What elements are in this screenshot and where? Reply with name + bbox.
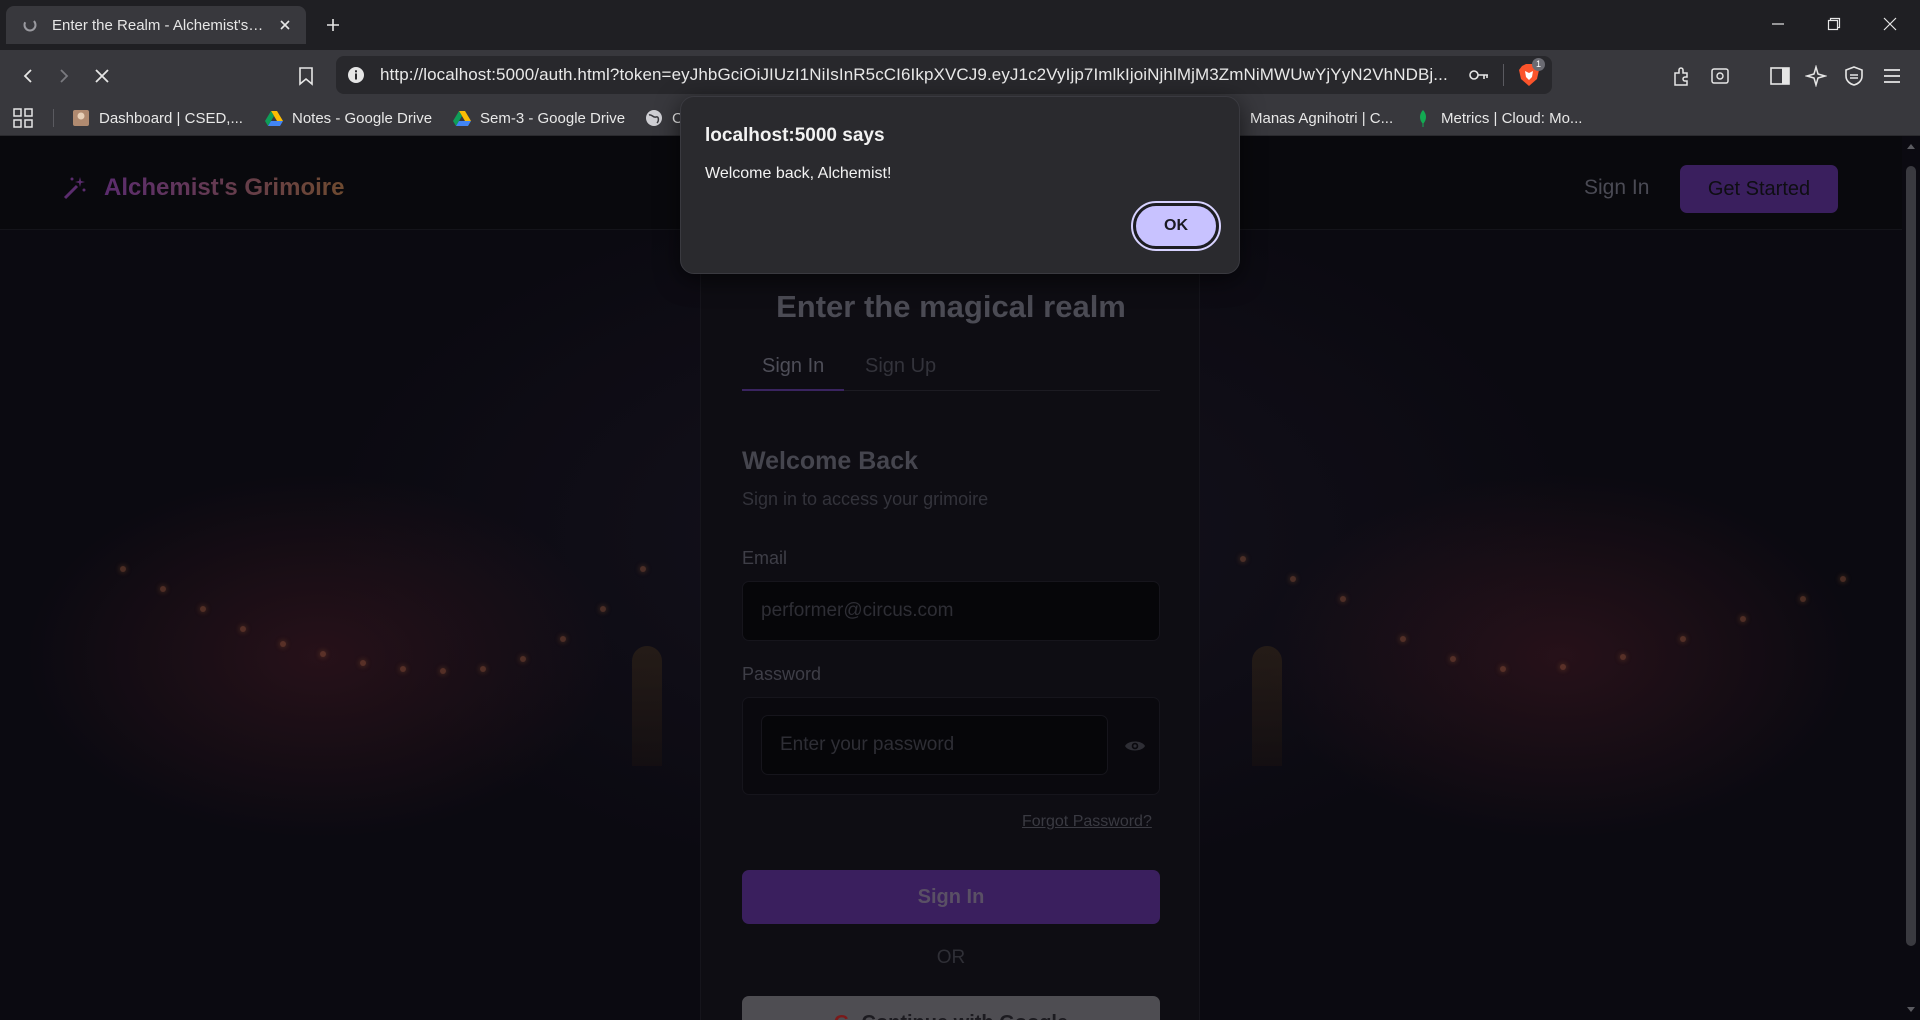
loading-favicon-icon bbox=[22, 17, 38, 33]
google-g-icon: G bbox=[834, 1012, 850, 1020]
google-button-label: Continue with Google bbox=[861, 1012, 1068, 1020]
email-placeholder: performer@circus.com bbox=[761, 600, 954, 621]
tab-title: Enter the Realm - Alchemist's Grimoire bbox=[52, 16, 266, 34]
page-scrollbar[interactable] bbox=[1902, 136, 1920, 1020]
bookmark-dashboard[interactable]: Dashboard | CSED,... bbox=[72, 107, 243, 129]
bookmark-sem3-drive[interactable]: Sem-3 - Google Drive bbox=[453, 107, 625, 129]
welcome-title: Welcome Back bbox=[742, 447, 919, 475]
url-text[interactable]: http://localhost:5000/auth.html?token=ey… bbox=[380, 65, 1455, 85]
tab-sign-in[interactable]: Sign In bbox=[762, 355, 824, 378]
bookmark-label: Notes - Google Drive bbox=[292, 109, 433, 127]
reader-mode-icon[interactable] bbox=[1706, 62, 1734, 90]
sidebar-icon[interactable] bbox=[1766, 62, 1794, 90]
ok-button[interactable]: OK bbox=[1131, 201, 1221, 251]
get-started-button[interactable]: Get Started bbox=[1680, 165, 1838, 213]
new-tab-button[interactable] bbox=[320, 12, 346, 38]
bookmark-notes-drive[interactable]: Notes - Google Drive bbox=[265, 107, 432, 129]
address-bar[interactable]: http://localhost:5000/auth.html?token=ey… bbox=[336, 56, 1552, 94]
google-signin-button[interactable]: G Continue with Google bbox=[742, 996, 1160, 1020]
password-placeholder: Enter your password bbox=[780, 734, 955, 755]
close-tab-icon[interactable] bbox=[276, 16, 294, 34]
active-tab-indicator bbox=[742, 389, 844, 391]
show-password-eye-icon[interactable] bbox=[1123, 734, 1147, 758]
email-field[interactable]: performer@circus.com bbox=[742, 581, 1160, 641]
bookmark-label: Dashboard | CSED,... bbox=[99, 109, 243, 127]
leo-ai-icon[interactable] bbox=[1802, 62, 1830, 90]
scroll-down-icon[interactable] bbox=[1905, 1004, 1917, 1016]
sign-in-button[interactable]: Sign In bbox=[742, 870, 1160, 924]
google-drive-icon bbox=[265, 109, 283, 127]
google-drive-icon bbox=[453, 109, 471, 127]
lantern-decoration bbox=[1252, 646, 1282, 766]
scroll-up-icon[interactable] bbox=[1905, 140, 1917, 152]
browser-tab[interactable]: Enter the Realm - Alchemist's Grimoire bbox=[6, 6, 306, 44]
or-divider: OR bbox=[936, 947, 966, 968]
shields-count-badge: 1 bbox=[1532, 58, 1545, 71]
brave-shields-icon[interactable]: 1 bbox=[1514, 58, 1545, 90]
bookmark-icon[interactable] bbox=[292, 62, 320, 90]
stop-loading-icon[interactable] bbox=[88, 62, 116, 90]
password-group: Enter your password bbox=[742, 697, 1160, 795]
scrollbar-thumb[interactable] bbox=[1906, 166, 1916, 946]
bookmark-globe[interactable]: C bbox=[645, 107, 683, 129]
avatar-icon bbox=[72, 109, 90, 127]
welcome-subtitle: Sign in to access your grimoire bbox=[742, 489, 989, 509]
globe-icon bbox=[645, 109, 663, 127]
apps-grid-icon[interactable] bbox=[12, 107, 34, 129]
header-signin-link[interactable]: Sign In bbox=[1584, 176, 1649, 200]
menu-icon[interactable] bbox=[1878, 62, 1906, 90]
vpn-shield-icon[interactable] bbox=[1840, 62, 1868, 90]
bookmark-label: Metrics | Cloud: Mo... bbox=[1441, 109, 1583, 127]
auth-tabs: Sign In Sign Up bbox=[742, 343, 1160, 391]
bookmarks-divider bbox=[53, 109, 54, 127]
bookmark-metrics[interactable]: Metrics | Cloud: Mo... bbox=[1414, 107, 1582, 129]
back-arrow-icon[interactable] bbox=[14, 62, 42, 90]
password-key-icon[interactable] bbox=[1467, 63, 1491, 87]
forgot-password-link[interactable]: Forgot Password? bbox=[1022, 813, 1152, 831]
dialog-message: Welcome back, Alchemist! bbox=[705, 165, 892, 182]
tab-sign-up[interactable]: Sign Up bbox=[865, 355, 936, 378]
browser-tab-bar: Enter the Realm - Alchemist's Grimoire bbox=[0, 0, 1920, 50]
bookmark-label: Sem-3 - Google Drive bbox=[480, 109, 626, 127]
dialog-title: localhost:5000 says bbox=[705, 125, 885, 146]
brand-name: Alchemist's Grimoire bbox=[104, 174, 345, 201]
site-logo[interactable]: Alchemist's Grimoire bbox=[62, 174, 344, 202]
address-bar-divider bbox=[1503, 64, 1504, 86]
bookmark-manas[interactable]: Manas Agnihotri | C... bbox=[1236, 107, 1393, 129]
password-label: Password bbox=[742, 664, 822, 684]
magic-wand-icon bbox=[62, 175, 88, 201]
bookmark-label: Manas Agnihotri | C... bbox=[1250, 109, 1394, 127]
password-field[interactable]: Enter your password bbox=[761, 715, 1108, 775]
lantern-decoration bbox=[632, 646, 662, 766]
minimize-icon[interactable] bbox=[1750, 0, 1806, 48]
extensions-icon[interactable] bbox=[1668, 62, 1696, 90]
forward-arrow-icon[interactable] bbox=[50, 62, 78, 90]
mongodb-leaf-icon bbox=[1414, 109, 1432, 127]
alert-dialog: localhost:5000 says Welcome back, Alchem… bbox=[680, 96, 1240, 274]
site-info-icon[interactable] bbox=[346, 65, 366, 85]
close-window-icon[interactable] bbox=[1862, 0, 1918, 48]
auth-heading: Enter the magical realm bbox=[776, 289, 1126, 324]
email-label: Email bbox=[742, 548, 788, 568]
restore-icon[interactable] bbox=[1806, 0, 1862, 48]
auth-card: Enter the magical realm Sign In Sign Up … bbox=[700, 240, 1200, 1020]
